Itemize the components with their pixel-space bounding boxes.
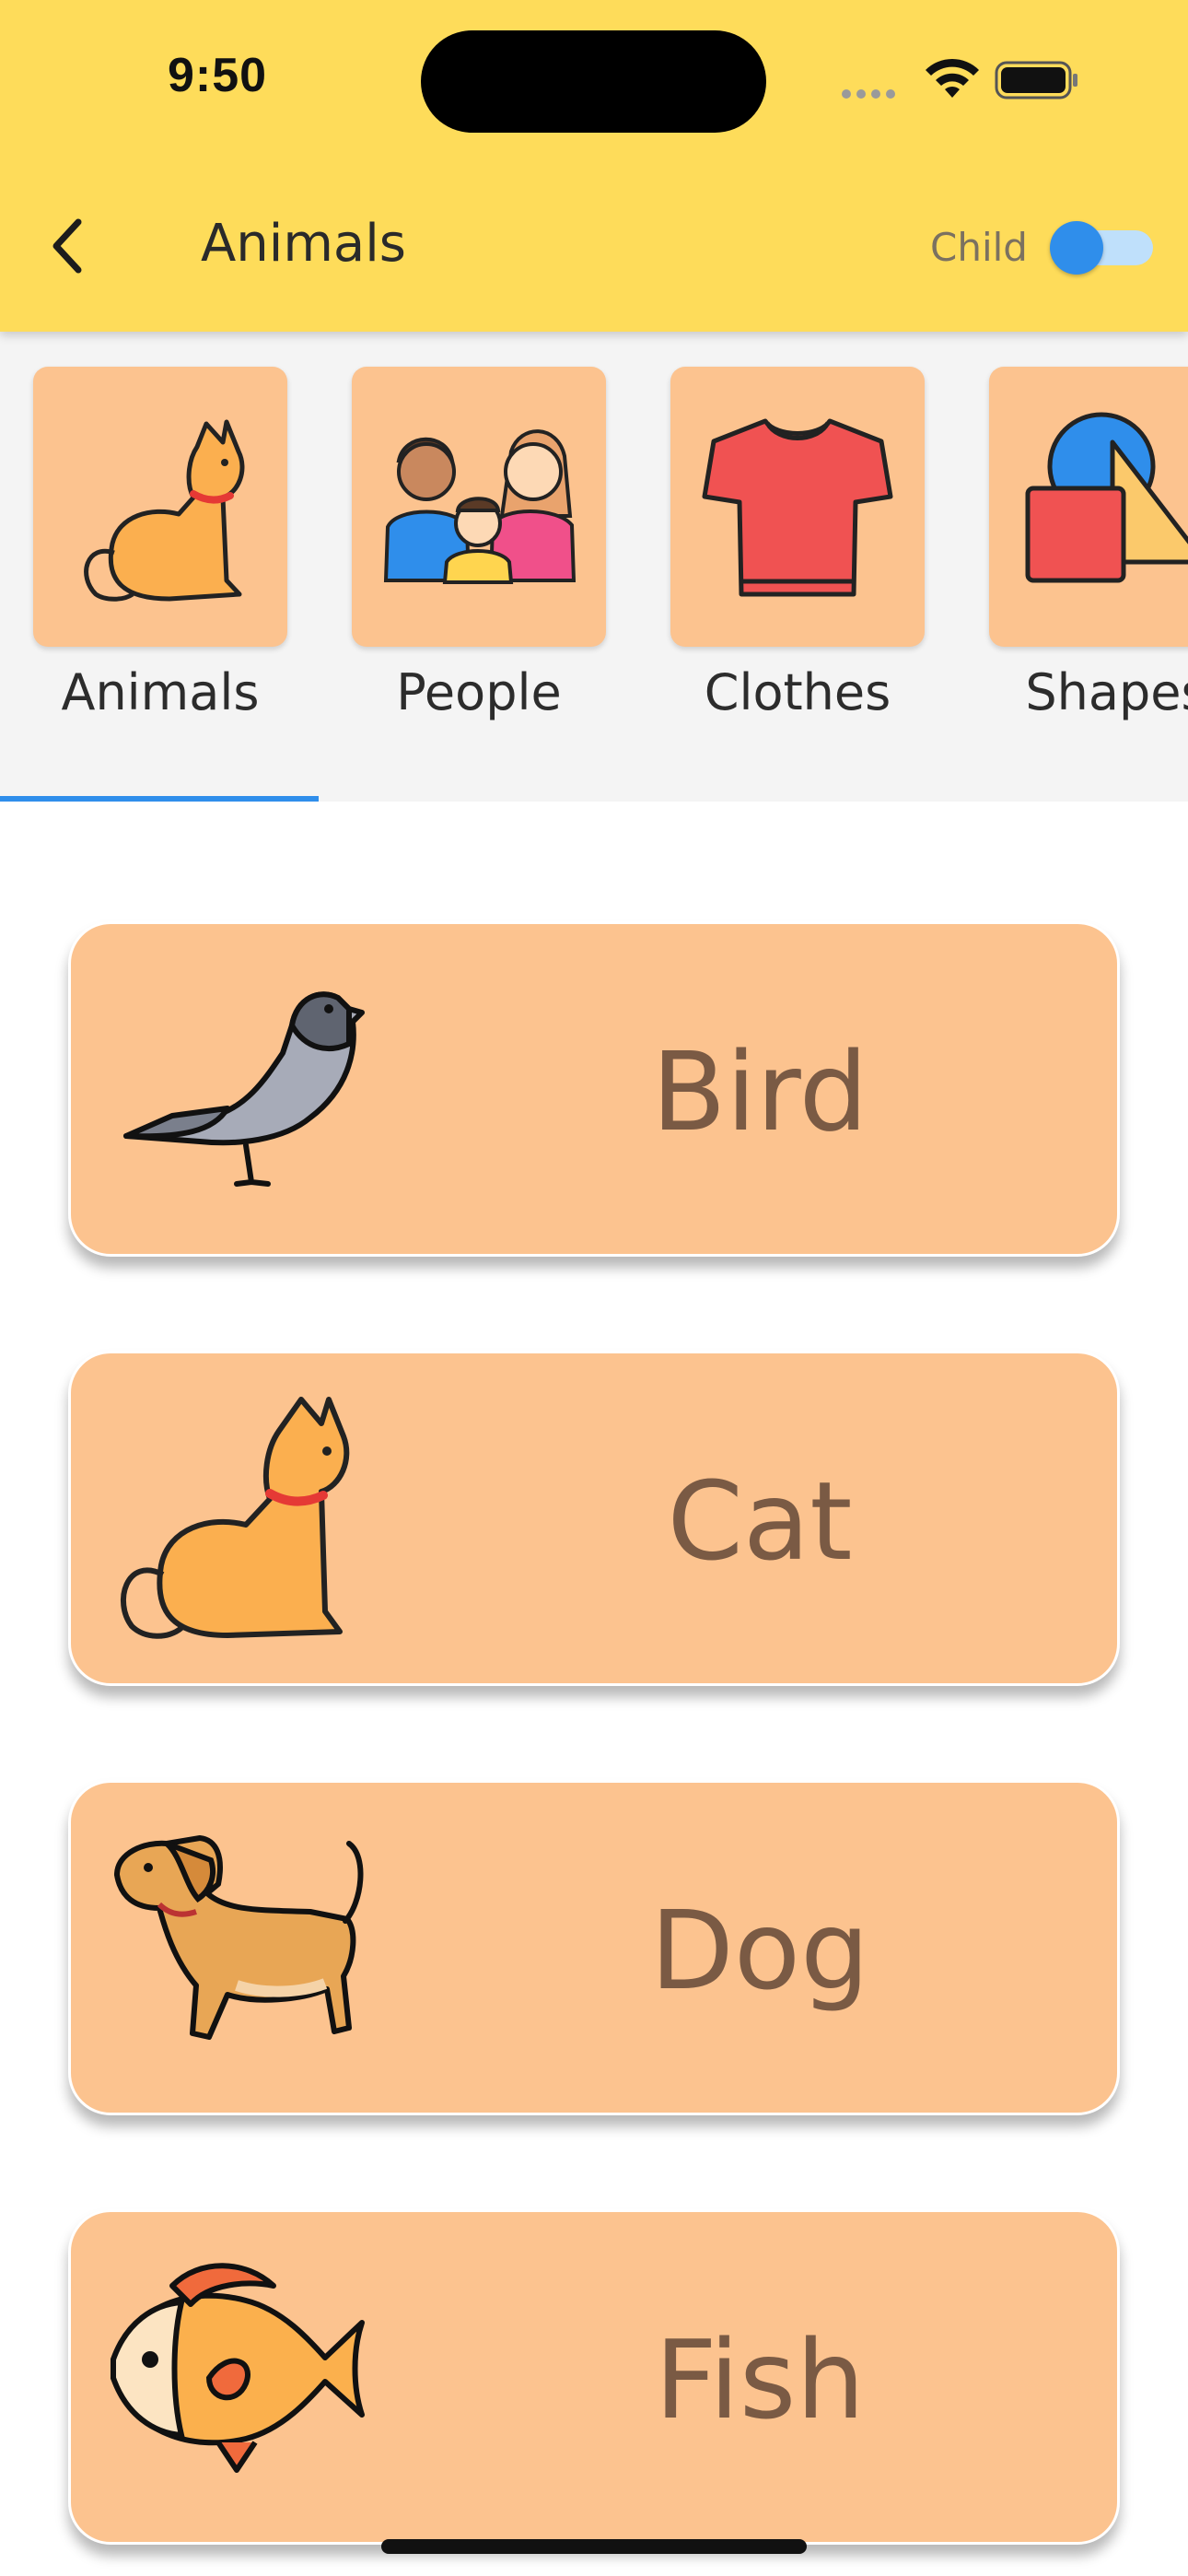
category-tile — [989, 367, 1188, 647]
selected-tab-indicator — [0, 796, 319, 802]
dynamic-island — [421, 30, 766, 133]
card-fish[interactable]: Fish — [68, 2209, 1120, 2545]
tab-people[interactable]: People — [352, 367, 606, 721]
back-button[interactable] — [35, 214, 99, 278]
wifi-icon — [926, 58, 979, 98]
card-label: Bird — [651, 1028, 868, 1155]
card-label: Fish — [654, 2316, 866, 2443]
chevron-left-icon — [52, 218, 82, 274]
category-label: Animals — [61, 663, 260, 721]
child-mode-toggle[interactable] — [1050, 221, 1153, 275]
tab-shapes[interactable]: Shapes — [989, 367, 1188, 721]
shapes-icon — [1025, 412, 1188, 583]
category-tile — [33, 367, 287, 647]
cat-icon — [121, 1397, 350, 1639]
card-label: Cat — [667, 1458, 853, 1585]
card-dog[interactable]: Dog — [68, 1780, 1120, 2115]
category-label: People — [396, 663, 562, 721]
status-time: 9:50 — [168, 49, 268, 102]
category-tile — [352, 367, 606, 647]
tshirt-icon — [702, 418, 893, 597]
toggle-thumb — [1050, 221, 1103, 275]
home-indicator — [381, 2539, 807, 2554]
dog-icon — [114, 1835, 364, 2040]
card-cat[interactable]: Cat — [68, 1351, 1120, 1686]
page-title: Animals — [201, 214, 406, 274]
pigeon-icon — [123, 991, 365, 1187]
status-indicators — [838, 57, 1087, 103]
tab-clothes[interactable]: Clothes — [670, 367, 925, 721]
battery-icon — [995, 61, 1077, 100]
category-tile — [670, 367, 925, 647]
cellular-signal-icon — [842, 85, 901, 102]
cat-icon — [84, 419, 245, 602]
child-mode-label: Child — [930, 225, 1028, 270]
category-label: Clothes — [704, 663, 891, 721]
card-label: Dog — [650, 1887, 869, 2014]
family-icon — [383, 429, 576, 584]
category-label: Shapes — [1025, 663, 1188, 721]
app-bar: 9:50 Animals Child — [0, 0, 1188, 332]
card-bird[interactable]: Bird — [68, 921, 1120, 1257]
tab-animals[interactable]: Animals — [33, 367, 287, 721]
fish-icon — [111, 2263, 365, 2473]
category-tabs: Animals People Clothes Shape — [0, 332, 1188, 802]
